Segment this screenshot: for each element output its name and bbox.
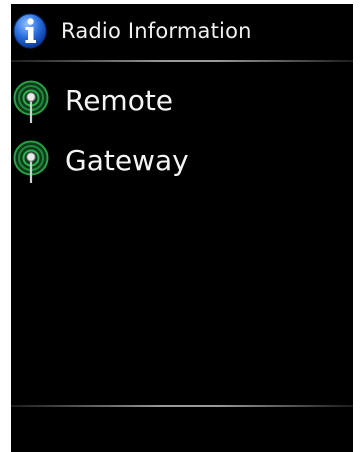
page-title: Radio Information bbox=[61, 19, 252, 43]
menu-item-remote[interactable]: Remote bbox=[11, 76, 353, 128]
info-icon bbox=[13, 13, 47, 49]
menu-item-label: Remote bbox=[65, 84, 174, 117]
menu-item-gateway[interactable]: Gateway bbox=[11, 136, 353, 188]
header-divider bbox=[11, 60, 353, 62]
radio-information-screen: Radio Information Remote Gateway bbox=[11, 4, 353, 452]
footer-divider bbox=[11, 405, 353, 407]
title-bar: Radio Information bbox=[11, 4, 353, 60]
radio-antenna-icon bbox=[11, 80, 51, 124]
radio-antenna-icon bbox=[11, 140, 51, 184]
menu-item-label: Gateway bbox=[65, 144, 189, 177]
